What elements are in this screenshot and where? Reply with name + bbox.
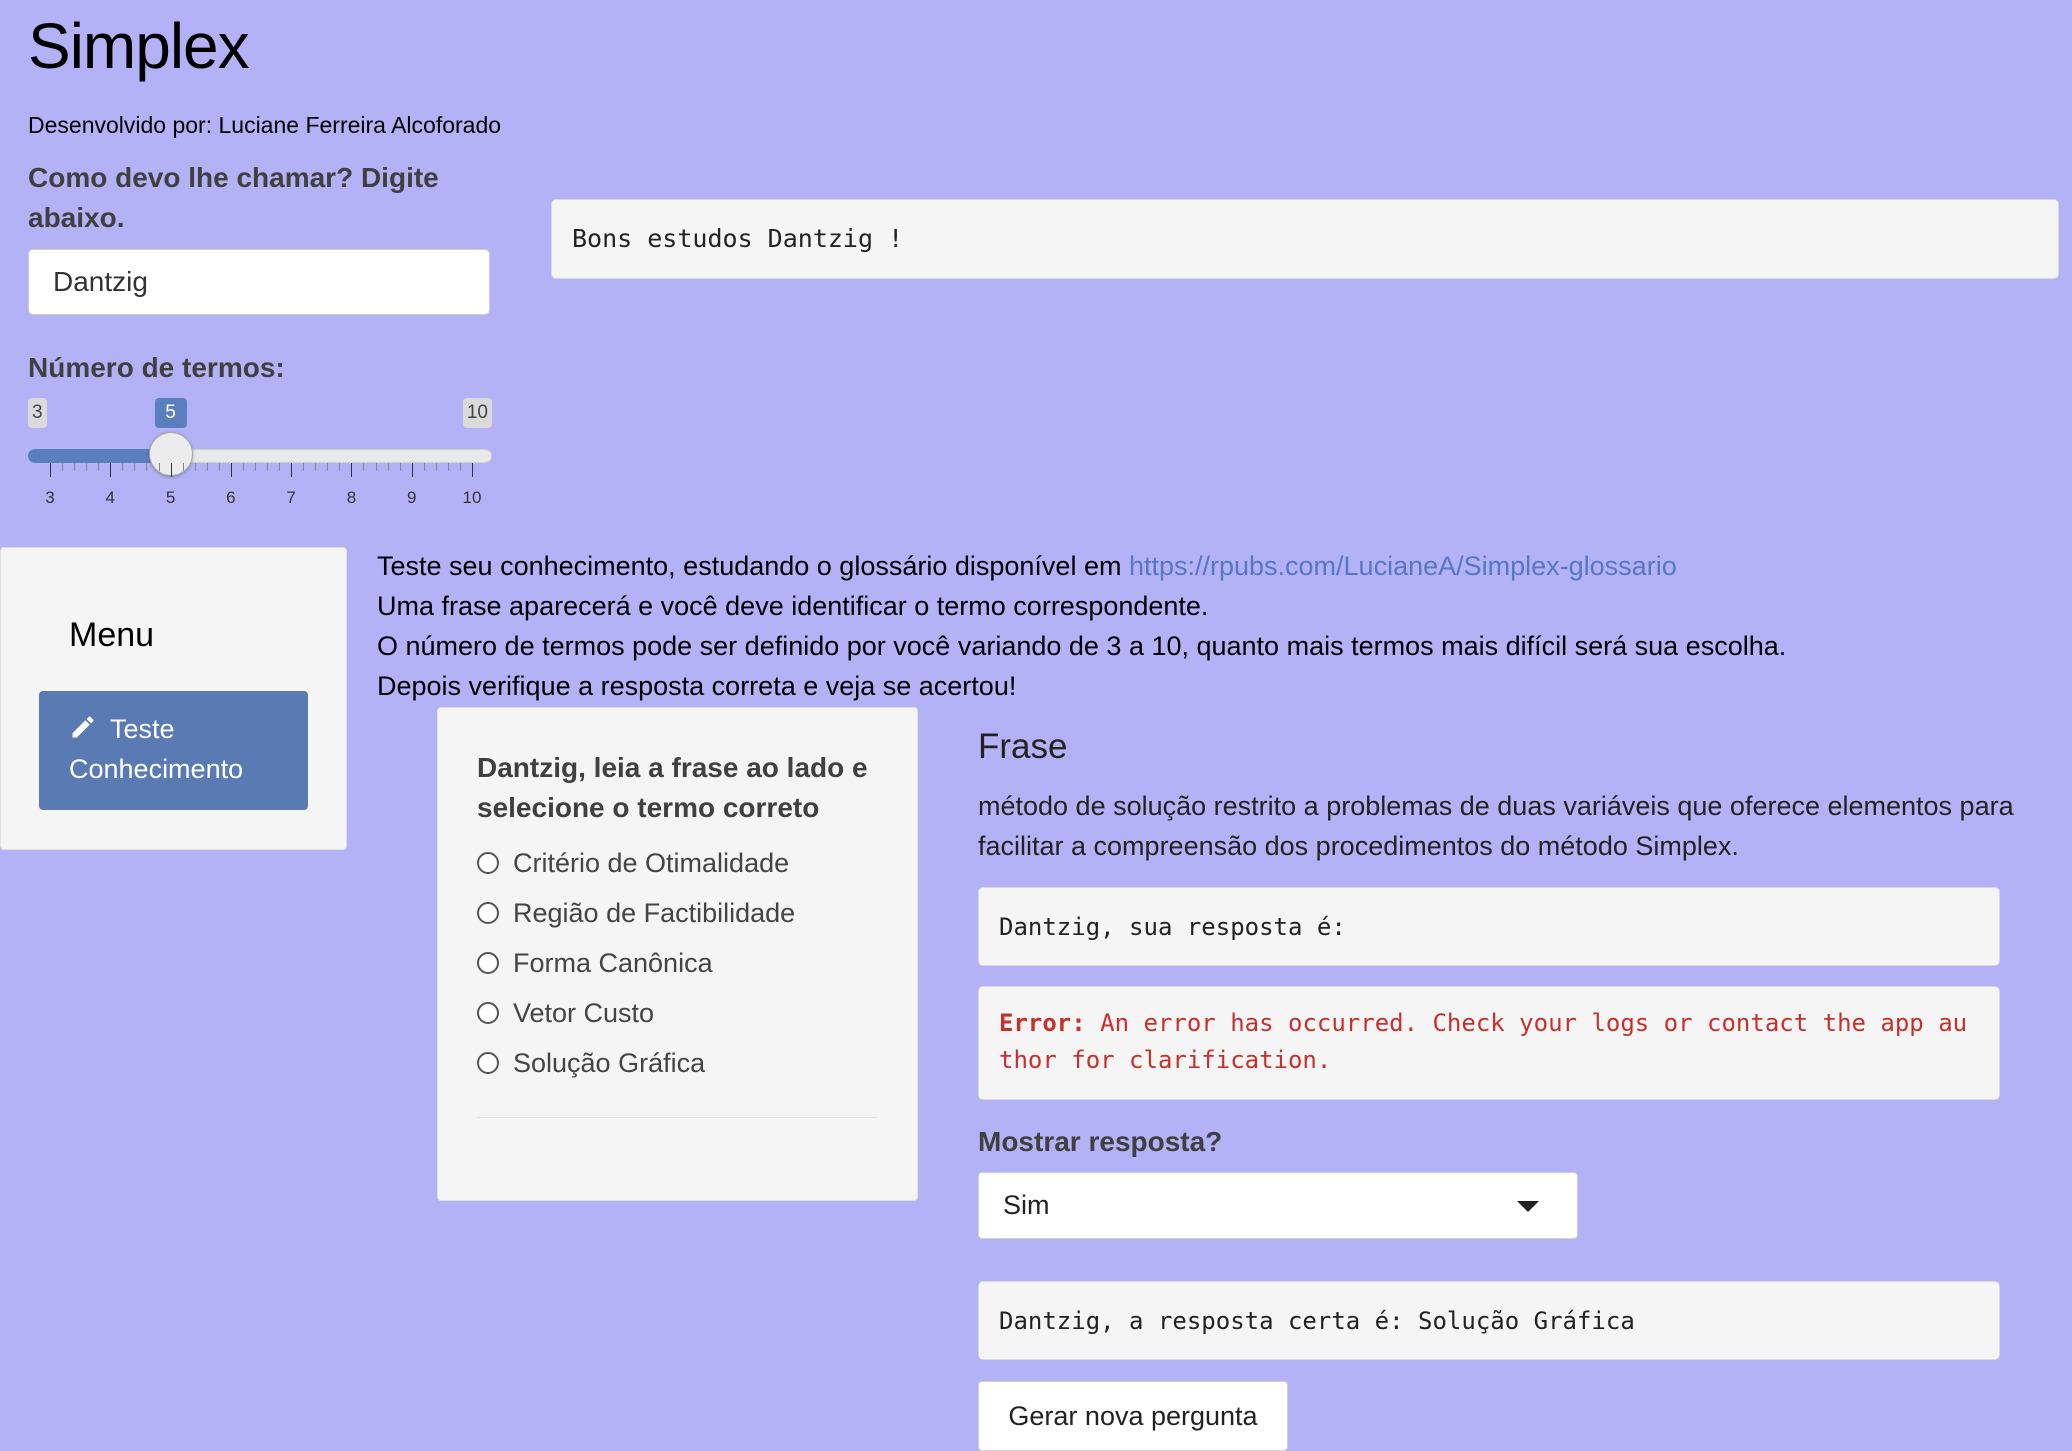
correct-answer-output: Dantzig, a resposta certa é: Solução Grá…: [978, 1281, 2000, 1360]
radio-icon[interactable]: [477, 1002, 499, 1024]
error-message: An error has occurred. Check your logs o…: [999, 1009, 1968, 1074]
quiz-options: Critério de Otimalidade Região de Factib…: [477, 838, 795, 1088]
name-input-label: Como devo lhe chamar? Digite abaixo.: [28, 162, 439, 233]
slider-tick-label: 6: [226, 488, 236, 507]
slider-minor-tick: [303, 463, 305, 471]
slider-tick-label: 8: [346, 488, 357, 507]
slider-major-tick: [50, 463, 51, 477]
slider-minor-tick: [62, 463, 64, 471]
teste-conhecimento-button[interactable]: Teste Conhecimento: [39, 691, 308, 810]
slider-minor-tick: [182, 463, 184, 471]
option-label: Critério de Otimalidade: [513, 847, 790, 878]
option-label: Vetor Custo: [513, 997, 655, 1028]
intro-line-4: Depois verifique a resposta correta e ve…: [377, 671, 1017, 701]
option-label: Forma Canônica: [513, 947, 713, 978]
glossary-link[interactable]: https://rpubs.com/LucianeA/Simplex-gloss…: [1129, 551, 1677, 581]
slider-minor-tick: [339, 463, 341, 471]
slider-minor-tick: [279, 463, 281, 471]
slider-minor-tick: [74, 463, 76, 471]
sidebar-panel: Menu Teste Conhecimento: [0, 547, 347, 850]
option-radio-2[interactable]: Região de Factibilidade: [477, 888, 795, 938]
slider-tick-label: 9: [406, 488, 417, 507]
slider-minor-tick: [327, 463, 329, 471]
slider-minor-tick: [194, 463, 196, 471]
author-credit: Desenvolvido por: Luciane Ferreira Alcof…: [28, 112, 502, 138]
slider-minor-tick: [206, 463, 208, 471]
frase-heading: Frase: [978, 727, 1068, 766]
slider-minor-tick: [315, 463, 317, 471]
show-answer-select[interactable]: Sim: [978, 1172, 1578, 1239]
slider-minor-tick: [387, 463, 389, 471]
quiz-panel: Dantzig, leia a frase ao lado e selecion…: [437, 707, 918, 1201]
intro-line-2: Uma frase aparecerá e você deve identifi…: [377, 591, 1209, 621]
intro-text: Teste seu conhecimento, estudando o glos…: [377, 546, 1786, 706]
slider-major-tick: [230, 463, 232, 477]
radio-icon[interactable]: [477, 902, 499, 924]
radio-icon[interactable]: [477, 852, 499, 874]
slider-minor-tick: [375, 463, 377, 471]
caret-down-icon: [1517, 1201, 1539, 1212]
pencil-icon: [72, 716, 94, 738]
slider-tick-label: 5: [165, 488, 176, 507]
quiz-question: Dantzig, leia a frase ao lado e selecion…: [477, 752, 868, 823]
greeting-output: Bons estudos Dantzig !: [551, 199, 2059, 279]
slider-minor-tick: [158, 463, 160, 471]
slider-minor-tick: [267, 463, 269, 471]
option-radio-1[interactable]: Critério de Otimalidade: [477, 838, 795, 888]
slider-minor-tick: [242, 463, 244, 471]
slider-minor-tick: [363, 463, 365, 471]
new-question-button[interactable]: Gerar nova pergunta: [978, 1381, 1288, 1451]
error-output: Error: An error has occurred. Check your…: [978, 986, 2000, 1100]
slider-minor-tick: [86, 463, 88, 471]
radio-icon[interactable]: [477, 952, 499, 974]
slider-tick-label: 4: [105, 488, 116, 507]
terms-slider[interactable]: 3 5 10 3 4 5 6 7 8 9 10: [28, 394, 492, 514]
slider-major-tick: [472, 463, 473, 477]
slider-major-tick: [110, 463, 112, 477]
frase-text: método de solução restrito a problemas d…: [978, 791, 2014, 861]
slider-minor-tick: [146, 463, 148, 471]
show-answer-selected: Sim: [1003, 1190, 1050, 1220]
name-input[interactable]: [28, 249, 490, 315]
slider-major-tick: [411, 463, 413, 477]
option-label: Solução Gráfica: [513, 1047, 706, 1078]
slider-minor-tick: [122, 463, 124, 471]
intro-line-3: O número de termos pode ser definido por…: [377, 631, 1787, 661]
option-radio-3[interactable]: Forma Canônica: [477, 938, 795, 988]
option-label: Região de Factibilidade: [513, 897, 796, 928]
slider-min-bubble: 3: [28, 398, 47, 428]
slider-major-tick: [170, 463, 172, 477]
menu-title: Menu: [69, 616, 155, 654]
slider-max-bubble: 10: [462, 398, 492, 428]
intro-line-1-text: Teste seu conhecimento, estudando o glos…: [377, 551, 1129, 581]
slider-minor-tick: [218, 463, 220, 471]
intro-line-1: Teste seu conhecimento, estudando o glos…: [377, 546, 1786, 586]
slider-minor-tick: [134, 463, 136, 471]
user-answer-output: Dantzig, sua resposta é:: [978, 887, 2000, 966]
slider-minor-tick: [399, 463, 401, 471]
slider-tick-label: 10: [462, 488, 482, 507]
slider-value-bubble: 5: [154, 398, 187, 428]
slider-minor-tick: [435, 463, 437, 471]
error-prefix: Error:: [999, 1009, 1086, 1037]
show-answer-label: Mostrar resposta?: [978, 1126, 1223, 1157]
option-radio-4[interactable]: Vetor Custo: [477, 988, 795, 1038]
slider-label: Número de termos:: [28, 352, 285, 383]
slider-minor-tick: [447, 463, 449, 471]
slider-minor-tick: [459, 463, 461, 471]
app-title: Simplex: [28, 10, 250, 82]
radio-icon[interactable]: [477, 1052, 499, 1074]
slider-tick-label: 3: [45, 488, 55, 507]
slider-minor-tick: [254, 463, 256, 471]
slider-major-tick: [351, 463, 353, 477]
option-radio-5[interactable]: Solução Gráfica: [477, 1038, 795, 1088]
slider-minor-tick: [98, 463, 100, 471]
slider-major-tick: [291, 463, 293, 477]
panel-divider: [477, 1117, 877, 1118]
slider-tick-label: 7: [286, 488, 296, 507]
slider-minor-tick: [423, 463, 425, 471]
